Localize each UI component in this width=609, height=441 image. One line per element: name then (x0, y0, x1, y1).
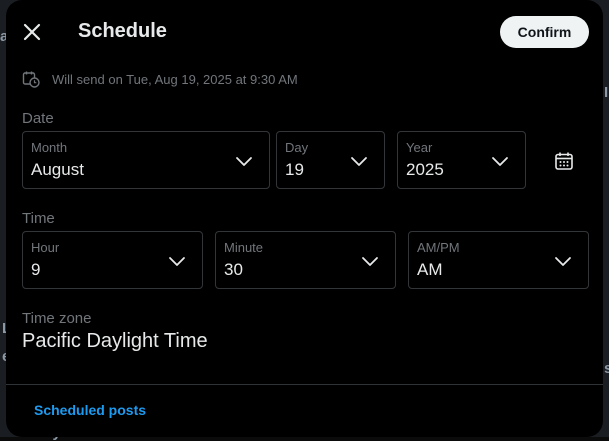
year-value: 2025 (406, 160, 444, 180)
background-fragment: s (604, 360, 609, 377)
background-fragment: I (604, 84, 608, 101)
timezone-label: Time zone (22, 310, 91, 327)
calendar-picker-button[interactable] (546, 143, 582, 179)
chevron-down-icon (350, 152, 368, 170)
schedule-dialog: Schedule Confirm Will send on Tue, Aug 1… (6, 0, 603, 437)
year-select[interactable]: Year 2025 (397, 131, 526, 189)
minute-select[interactable]: Minute 30 (215, 231, 396, 289)
hour-label: Hour (31, 240, 59, 255)
month-value: August (31, 160, 84, 180)
calendar-icon (554, 151, 574, 171)
chevron-down-icon (491, 152, 509, 170)
chevron-down-icon (554, 252, 572, 270)
day-value: 19 (285, 160, 304, 180)
scheduled-posts-link[interactable]: Scheduled posts (34, 402, 146, 418)
date-section-label: Date (22, 110, 54, 127)
month-select[interactable]: Month August (22, 131, 270, 189)
will-send-info: Will send on Tue, Aug 19, 2025 at 9:30 A… (22, 70, 298, 88)
ampm-label: AM/PM (417, 240, 460, 255)
confirm-button[interactable]: Confirm (500, 16, 589, 48)
close-icon (23, 23, 41, 41)
year-label: Year (406, 140, 432, 155)
minute-label: Minute (224, 240, 263, 255)
footer-divider (6, 384, 603, 385)
chevron-down-icon (168, 252, 186, 270)
chevron-down-icon (361, 252, 379, 270)
close-button[interactable] (16, 16, 48, 48)
dialog-title: Schedule (78, 20, 167, 43)
day-select[interactable]: Day 19 (276, 131, 385, 189)
time-section-label: Time (22, 210, 55, 227)
day-label: Day (285, 140, 308, 155)
ampm-select[interactable]: AM/PM AM (408, 231, 589, 289)
calendar-clock-icon (22, 70, 40, 88)
dialog-header: Schedule Confirm (6, 0, 603, 64)
hour-value: 9 (31, 260, 40, 280)
chevron-down-icon (235, 152, 253, 170)
hour-select[interactable]: Hour 9 (22, 231, 203, 289)
will-send-text: Will send on Tue, Aug 19, 2025 at 9:30 A… (52, 72, 298, 87)
timezone-value: Pacific Daylight Time (22, 330, 208, 353)
ampm-value: AM (417, 260, 443, 280)
month-label: Month (31, 140, 67, 155)
minute-value: 30 (224, 260, 243, 280)
